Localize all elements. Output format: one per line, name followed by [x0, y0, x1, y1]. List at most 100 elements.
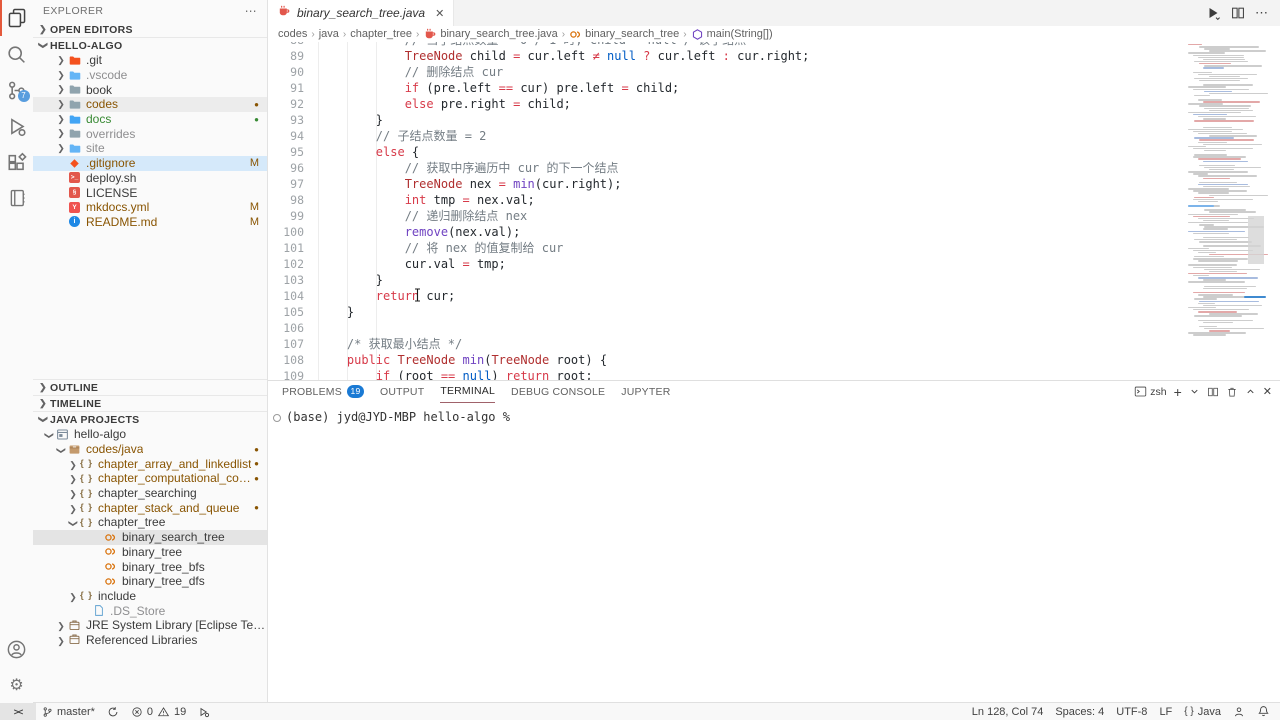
java-project-item-binary-tree-dfs[interactable]: binary_tree_dfs	[33, 574, 267, 589]
split-terminal-icon[interactable]	[1207, 386, 1219, 398]
java-project-item-binary-tree-bfs[interactable]: binary_tree_bfs	[33, 559, 267, 574]
split-editor-icon[interactable]	[1231, 6, 1245, 20]
extensions-icon[interactable]	[0, 144, 33, 180]
panel-tab-problems[interactable]: PROBLEMS19	[282, 381, 364, 402]
java-project-item-jre-system-library-eclipse-temurin-17-17-[interactable]: ❯JRE System Library [Eclipse Temurin 17 …	[33, 618, 267, 633]
java-project-item-chapter-computational-complexity[interactable]: ❯{ }chapter_computational_complexity●	[33, 471, 267, 486]
explorer-item-site[interactable]: ❯site	[33, 141, 267, 156]
status-language-mode[interactable]: { }Java	[1178, 703, 1227, 720]
java-project-item-chapter-tree[interactable]: ❯{ }chapter_tree	[33, 515, 267, 530]
item-label: codes/java	[86, 442, 143, 456]
explorer-item-docs[interactable]: ❯docs●	[33, 112, 267, 127]
file-icon	[67, 157, 82, 170]
panel-tab-jupyter[interactable]: JUPYTER	[621, 381, 670, 402]
kill-terminal-icon[interactable]	[1226, 386, 1238, 398]
section-open-editors[interactable]: ❯ OPEN EDITORS	[33, 22, 267, 37]
java-project-item-chapter-searching[interactable]: ❯{ }chapter_searching	[33, 486, 267, 501]
search-icon[interactable]	[0, 36, 33, 72]
chevron-right-icon: ❯	[55, 143, 67, 154]
run-debug-icon[interactable]	[0, 108, 33, 144]
java-file-icon	[423, 27, 437, 41]
explorer-item-readme-md[interactable]: iREADME.mdM	[33, 215, 267, 230]
explorer-item--vscode[interactable]: ❯.vscode	[33, 68, 267, 83]
status-eol[interactable]: LF	[1153, 703, 1178, 720]
code-line-96: 96 // 获取中序遍历中 cur 的下一个结点	[268, 160, 1184, 176]
close-icon[interactable]: ✕	[435, 7, 444, 20]
section-label: TIMELINE	[50, 398, 101, 410]
java-project-item--ds-store[interactable]: .DS_Store	[33, 603, 267, 618]
code-editor[interactable]: 88 // 当子结点数量 = 0 / 1 时, child = null / 该…	[268, 42, 1280, 381]
sync-changes-button[interactable]	[101, 703, 125, 720]
maximize-panel-icon[interactable]	[1245, 386, 1256, 397]
feedback-icon[interactable]	[1227, 703, 1251, 720]
method-icon	[691, 28, 704, 41]
java-project-item-chapter-array-and-linkedlist[interactable]: ❯{ }chapter_array_and_linkedlist●	[33, 456, 267, 471]
breadcrumb-item-main-string-[interactable]: main(String[])	[691, 28, 773, 41]
git-branch-status[interactable]: master*	[36, 703, 101, 720]
notebook-icon[interactable]	[0, 180, 33, 216]
java-project-item-codes-java[interactable]: ❯codes/java●	[33, 442, 267, 457]
java-project-item-binary-tree[interactable]: binary_tree	[33, 545, 267, 560]
section-hello-algo[interactable]: ❯ HELLO-ALGO	[33, 37, 267, 53]
chevron-right-icon: ❯	[67, 457, 79, 471]
terminal[interactable]: (base) jyd@JYD-MBP hello-algo %	[268, 402, 1280, 690]
notifications-bell-icon[interactable]	[1251, 703, 1280, 720]
panel-tab-debug-console[interactable]: DEBUG CONSOLE	[511, 381, 605, 402]
more-actions-icon[interactable]: ⋯	[1255, 5, 1268, 21]
breadcrumb-item-codes[interactable]: codes	[278, 28, 307, 40]
explorer-item--gitignore[interactable]: .gitignoreM	[33, 156, 267, 171]
launch-profile-chevron-icon[interactable]	[1189, 386, 1200, 397]
launch-status-icon[interactable]	[192, 703, 216, 720]
panel-tab-output[interactable]: OUTPUT	[380, 381, 424, 402]
new-terminal-icon[interactable]: +	[1174, 384, 1182, 400]
java-project-item-referenced-libraries[interactable]: ❯Referenced Libraries	[33, 633, 267, 648]
explorer-item-codes[interactable]: ❯codes●	[33, 97, 267, 112]
git-modified-badge: M	[250, 216, 259, 228]
source-control-icon[interactable]: 7	[0, 72, 33, 108]
problems-status[interactable]: 0 19	[125, 703, 192, 720]
vscode-window: 7 ⚙ EXPLORER ⋯ ❯ OPEN EDITORS ❯ HELLO-ALG…	[0, 0, 1280, 720]
item-label: docs	[86, 112, 111, 126]
explorer-icon[interactable]	[0, 0, 33, 36]
explorer-item-deploy-sh[interactable]: >_deploy.sh	[33, 171, 267, 186]
chevron-right-icon: ❯	[55, 128, 67, 139]
java-project-item-hello-algo[interactable]: ❯hello-algo	[33, 427, 267, 442]
breadcrumb-item-java[interactable]: java	[319, 28, 339, 40]
breadcrumb-item-binary-search-tree-java[interactable]: binary_search_tree.java	[423, 27, 557, 41]
explorer-sidebar: EXPLORER ⋯ ❯ OPEN EDITORS ❯ HELLO-ALGO ❯…	[33, 0, 268, 703]
code-line-95: 95 else {	[268, 144, 1184, 160]
status-encoding[interactable]: UTF-8	[1110, 703, 1153, 720]
explorer-item-mkdocs-yml[interactable]: Ymkdocs.ymlM	[33, 200, 267, 215]
item-label: codes	[86, 97, 118, 111]
namespace-braces-icon: { }	[79, 473, 94, 484]
explorer-item-book[interactable]: ❯book	[33, 82, 267, 97]
status-indentation[interactable]: Spaces: 4	[1049, 703, 1110, 720]
tab-binary-search-tree[interactable]: binary_search_tree.java ✕	[268, 0, 454, 26]
explorer-item--git[interactable]: ❯.git	[33, 53, 267, 68]
breadcrumb-item-binary-search-tree[interactable]: binary_search_tree	[569, 28, 679, 41]
account-icon[interactable]	[0, 631, 33, 667]
chevron-right-icon: ❯	[67, 589, 79, 603]
run-button[interactable]	[1205, 5, 1221, 21]
java-project-item-include[interactable]: ❯{ }include	[33, 589, 267, 604]
settings-gear-icon[interactable]: ⚙	[0, 667, 33, 703]
minimap[interactable]	[1184, 42, 1280, 381]
java-project-item-chapter-stack-and-queue[interactable]: ❯{ }chapter_stack_and_queue●	[33, 500, 267, 515]
chevron-right-icon: ❯	[55, 633, 67, 647]
explorer-item-overrides[interactable]: ❯overrides	[33, 126, 267, 141]
section-java-projects[interactable]: ❯ JAVA PROJECTS	[33, 411, 267, 427]
command-decoration-icon[interactable]	[273, 414, 281, 422]
section-outline[interactable]: ❯ OUTLINE	[33, 379, 267, 395]
explorer-item-license[interactable]: §LICENSE	[33, 185, 267, 200]
section-timeline[interactable]: ❯ TIMELINE	[33, 395, 267, 411]
chevron-down-icon: ❯	[55, 442, 67, 456]
breadcrumb-item-chapter-tree[interactable]: chapter_tree	[350, 28, 412, 40]
remote-indicator[interactable]: ><	[0, 703, 36, 720]
terminal-shell-selector[interactable]: zsh	[1134, 385, 1166, 398]
close-panel-icon[interactable]: ✕	[1263, 385, 1272, 398]
more-actions-icon[interactable]: ⋯	[245, 4, 257, 18]
section-label: OUTLINE	[50, 382, 98, 394]
status-cursor-position[interactable]: Ln 128, Col 74	[966, 703, 1050, 720]
panel-tab-terminal[interactable]: TERMINAL	[440, 381, 495, 403]
java-project-item-binary-search-tree[interactable]: binary_search_tree	[33, 530, 267, 545]
